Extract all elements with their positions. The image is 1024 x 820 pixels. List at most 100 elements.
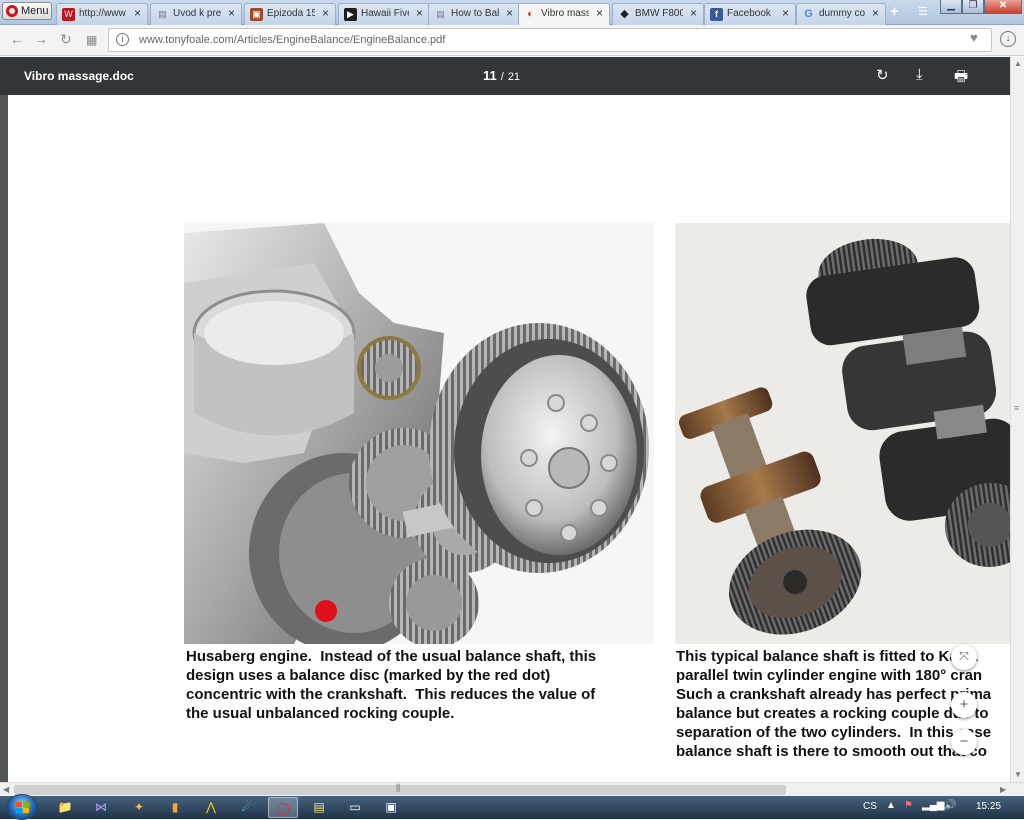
caption-husaberg-engine: Husaberg engine. Instead of the usual ba… [186, 648, 597, 722]
tab-favicon-icon: ▤ [436, 9, 445, 19]
tab-close-icon[interactable]: × [416, 6, 423, 20]
app-taskbar-icon[interactable]: ▭ [340, 797, 370, 818]
tab-close-icon[interactable]: × [690, 6, 697, 20]
downloads-icon[interactable]: ↓ [1000, 31, 1016, 47]
total-pages: 21 [507, 71, 521, 83]
scroll-thumb-grip[interactable]: ≡ [1014, 403, 1019, 413]
tab[interactable]: f Facebook × [704, 3, 796, 25]
visual-studio-taskbar-icon[interactable]: ⋈ [86, 797, 116, 818]
scroll-up-arrow-icon[interactable]: ▲ [1014, 59, 1022, 68]
window-close-button[interactable]: ✕ [984, 0, 1022, 14]
tab-title: http://www [79, 8, 126, 19]
pdf-document-title: Vibro massage.doc [24, 69, 134, 83]
zoom-out-button[interactable]: − [951, 729, 977, 755]
tab-close-icon[interactable]: × [872, 6, 879, 20]
tab-favicon-icon: ▶ [344, 8, 357, 21]
tab-active[interactable]: ◐ Vibro mass × [518, 3, 610, 26]
tab-close-icon[interactable]: × [506, 6, 513, 20]
tab-title: Hawaii Five [361, 8, 409, 19]
scroll-thumb-grip[interactable]: ⫼ [396, 783, 400, 794]
tab[interactable]: ◆ BMW F800 × [612, 3, 704, 25]
tab-close-icon[interactable]: × [322, 6, 329, 20]
fit-to-page-icon[interactable]: ⤧ [951, 644, 977, 670]
page-separator: / [500, 71, 504, 83]
print-icon[interactable]: 🖶 [954, 66, 968, 91]
language-indicator[interactable]: CS [863, 801, 877, 812]
app-taskbar-icon[interactable]: ▤ [304, 797, 334, 818]
opera-menu-button[interactable]: Menu [2, 2, 52, 20]
tab-favicon-icon: G [804, 8, 813, 20]
system-clock[interactable]: 15:25 [976, 801, 1001, 812]
tab[interactable]: G dummy co × [796, 3, 886, 25]
scroll-right-arrow-icon[interactable]: ▶ [1000, 785, 1006, 794]
tab[interactable]: ▣ Epizoda 15: × [244, 3, 336, 25]
tab-title: dummy co [819, 8, 866, 19]
tab-title: BMW F800 [635, 8, 683, 19]
action-center-flag-icon[interactable]: ⚑ [904, 800, 913, 811]
tab[interactable]: W http://www × [56, 3, 148, 25]
address-toolbar: ← → ↻ ▦ i www.tonyfoale.com/Articles/Eng… [0, 25, 1024, 56]
window-minimize-button[interactable]: ▁ [940, 0, 962, 14]
viewer-gutter [0, 95, 8, 782]
zoom-in-button[interactable]: + [951, 692, 977, 718]
speed-dial-grid-icon[interactable]: ▦ [86, 33, 97, 47]
app-taskbar-icon[interactable]: ☄ [232, 797, 262, 818]
tab[interactable]: ▤ How to Bala × [428, 3, 520, 25]
tab-favicon-icon: ◆ [620, 8, 629, 20]
page-indicator: 11/21 [483, 68, 520, 83]
reload-icon[interactable]: ↻ [60, 31, 72, 48]
new-tab-plus-icon[interactable]: + [890, 3, 899, 20]
red-dot-marker [315, 600, 337, 622]
tab-favicon-icon: ▣ [250, 8, 263, 21]
horizontal-scrollbar[interactable]: ◀ ⫼ ▶ [0, 782, 1024, 796]
rotate-icon[interactable]: ↻ [876, 66, 889, 84]
back-arrow-icon[interactable]: ← [10, 31, 24, 47]
pdf-page-viewport[interactable]: Husaberg engine. Instead of the usual ba… [0, 95, 1010, 782]
tab-favicon-icon: W [62, 8, 75, 21]
tab[interactable]: ▤ Úvod k pre × [150, 3, 242, 25]
tab-favicon-icon: ▤ [158, 9, 167, 19]
site-info-icon[interactable]: i [116, 33, 129, 46]
opera-logo-icon [6, 5, 18, 17]
document-taskbar-icon[interactable]: ▣ [376, 797, 406, 818]
volume-icon[interactable]: 🔊 [944, 800, 956, 811]
engine-cutaway-illustration [184, 223, 654, 644]
tab-close-icon[interactable]: × [134, 6, 141, 20]
explorer-taskbar-icon[interactable]: 📁 [50, 797, 80, 818]
balance-shaft-illustration [675, 223, 1010, 644]
tab[interactable]: ▶ Hawaii Five × [338, 3, 430, 25]
tab-close-icon[interactable]: × [782, 6, 789, 20]
current-page-number[interactable]: 11 [483, 68, 497, 83]
app-taskbar-icon[interactable]: ▮ [160, 797, 190, 818]
address-field[interactable]: i www.tonyfoale.com/Articles/EngineBalan… [108, 28, 992, 52]
download-icon[interactable]: ⤓ [916, 66, 923, 83]
forward-arrow-icon[interactable]: → [34, 31, 48, 47]
network-signal-icon[interactable]: ▂▄▆ [922, 800, 944, 811]
tab-title: Úvod k pre [173, 8, 221, 19]
tray-expand-icon[interactable]: ▲ [886, 800, 896, 811]
tab-favicon-icon: f [710, 8, 723, 21]
tab-close-icon[interactable]: × [228, 6, 235, 20]
start-button[interactable] [6, 794, 38, 820]
tab-title: Vibro mass [541, 8, 589, 19]
tab-menu-icon[interactable]: ☰ [918, 5, 928, 18]
balance-shaft-photo [675, 223, 1010, 644]
url-text[interactable]: www.tonyfoale.com/Articles/EngineBalance… [139, 34, 445, 46]
tab-close-icon[interactable]: × [596, 6, 603, 20]
bookmark-heart-icon[interactable]: ♥ [970, 30, 978, 45]
app-taskbar-icon[interactable]: ✦ [124, 797, 154, 818]
tab-favicon-icon: ◐ [527, 8, 534, 20]
tab-strip: Menu W http://www × ▤ Úvod k pre × ▣ Epi… [0, 0, 1024, 26]
vertical-scrollbar[interactable]: ▲ ≡ ▼ [1010, 57, 1024, 782]
windows-taskbar: 📁 ⋈ ✦ ▮ ⋀ ☄ ◯ ▤ ▭ ▣ CS ▲ ⚑ ▂▄▆ 🔊 15:25 [0, 794, 1024, 820]
opera-taskbar-icon[interactable]: ◯ [268, 797, 298, 818]
scroll-left-arrow-icon[interactable]: ◀ [3, 785, 9, 794]
pdf-toolbar: Vibro massage.doc 11/21 ↻ ⤓ 🖶 [0, 57, 1010, 95]
app-taskbar-icon[interactable]: ⋀ [196, 797, 226, 818]
husaberg-engine-photo [184, 223, 654, 644]
window-restore-button[interactable]: ❐ [962, 0, 984, 14]
menu-label: Menu [21, 5, 49, 17]
windows-logo-icon [16, 802, 29, 813]
scroll-down-arrow-icon[interactable]: ▼ [1014, 770, 1022, 779]
tab-title: How to Bala [451, 8, 499, 19]
